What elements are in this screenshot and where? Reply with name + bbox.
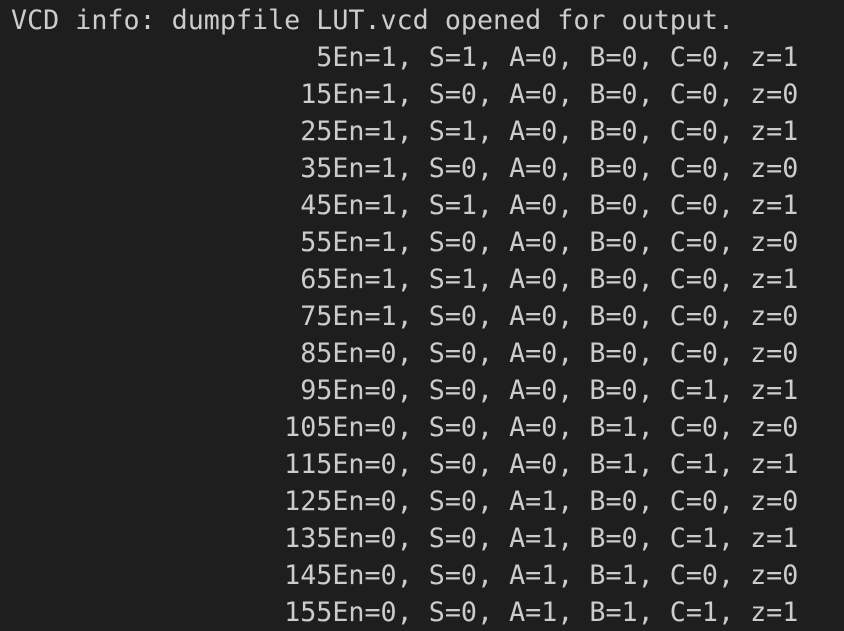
output-line: 155En=0, S=0, A=1, B=1, C=1, z=1 [11, 597, 799, 628]
output-line: 65En=1, S=1, A=0, B=0, C=0, z=1 [11, 264, 799, 295]
output-line: 125En=0, S=0, A=1, B=0, C=0, z=0 [11, 486, 799, 517]
output-line: 25En=1, S=1, A=0, B=0, C=0, z=1 [11, 116, 799, 147]
vcd-info-line: VCD info: dumpfile LUT.vcd opened for ou… [11, 5, 735, 36]
terminal-output[interactable]: VCD info: dumpfile LUT.vcd opened for ou… [0, 0, 844, 629]
output-line: 15En=1, S=0, A=0, B=0, C=0, z=0 [11, 79, 799, 110]
output-line: 145En=0, S=0, A=1, B=1, C=0, z=0 [11, 560, 799, 591]
output-line: 135En=0, S=0, A=1, B=0, C=1, z=1 [11, 523, 799, 554]
output-line: 115En=0, S=0, A=0, B=1, C=1, z=1 [11, 449, 799, 480]
output-line: 85En=0, S=0, A=0, B=0, C=0, z=0 [11, 338, 799, 369]
output-line: 55En=1, S=0, A=0, B=0, C=0, z=0 [11, 227, 799, 258]
output-line: 45En=1, S=1, A=0, B=0, C=0, z=1 [11, 190, 799, 221]
output-line: 75En=1, S=0, A=0, B=0, C=0, z=0 [11, 301, 799, 332]
output-line: 105En=0, S=0, A=0, B=1, C=0, z=0 [11, 412, 799, 443]
output-line: 95En=0, S=0, A=0, B=0, C=1, z=1 [11, 375, 799, 406]
output-line: 35En=1, S=0, A=0, B=0, C=0, z=0 [11, 153, 799, 184]
output-line: 5En=1, S=1, A=0, B=0, C=0, z=1 [11, 42, 799, 73]
